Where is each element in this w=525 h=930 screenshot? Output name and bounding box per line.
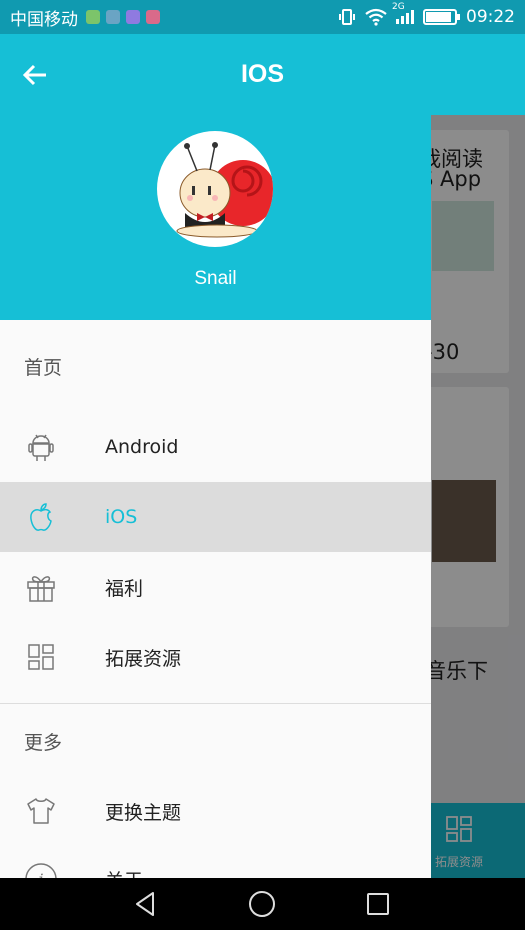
drawer-item-label: 拓展资源	[105, 647, 182, 670]
snail-avatar-icon	[176, 142, 273, 238]
drawer-item-resources[interactable]: 拓展资源	[0, 622, 431, 692]
svg-text:i: i	[38, 870, 43, 878]
android-icon	[24, 430, 58, 464]
grid-icon	[24, 640, 58, 674]
signal-bar	[401, 16, 404, 24]
drawer-item-welfare[interactable]: 福利	[0, 552, 431, 622]
square-recents-icon	[367, 893, 389, 915]
section-label-home: 首页	[24, 356, 63, 379]
arrow-left-icon	[22, 64, 46, 86]
notification-icon-3	[126, 10, 140, 24]
nav-home-button[interactable]	[244, 886, 280, 922]
battery-fill	[426, 12, 452, 22]
apple-icon	[24, 500, 58, 534]
drawer-item-label: 福利	[105, 577, 144, 600]
drawer-item-label: iOS	[105, 506, 138, 528]
back-button[interactable]	[18, 58, 52, 92]
drawer-item-label: 更换主题	[105, 801, 182, 824]
carrier-label: 中国移动	[10, 9, 78, 30]
info-icon: i	[24, 862, 58, 878]
notification-icon-1	[86, 10, 100, 24]
status-left: 中国移动	[10, 5, 160, 30]
drawer-item-theme[interactable]: 更换主题	[0, 778, 431, 844]
status-time: 09:22	[466, 7, 515, 27]
signal-bar	[396, 19, 399, 24]
navigation-drawer: Snail 首页 Android iOS 福利 拓展资源 更多 更换主题	[0, 115, 431, 878]
status-bar: 中国移动 2G 09:22	[0, 0, 525, 34]
vibrate-icon	[339, 9, 355, 25]
signal-bar	[411, 10, 414, 24]
user-name: Snail	[194, 268, 237, 289]
network-type-label: 2G	[392, 2, 405, 12]
gift-icon	[24, 570, 58, 604]
system-nav-bar	[0, 878, 525, 930]
drawer-item-android[interactable]: Android	[0, 412, 431, 482]
drawer-item-about[interactable]: i 关于	[0, 844, 431, 878]
drawer-item-ios[interactable]: iOS	[0, 482, 431, 552]
nav-back-button[interactable]	[128, 886, 164, 922]
notification-icon-4	[146, 10, 160, 24]
page-title: IOS	[240, 60, 285, 88]
wifi-icon	[365, 8, 387, 26]
nav-recents-button[interactable]	[360, 886, 396, 922]
signal-bar	[406, 13, 409, 24]
avatar[interactable]	[157, 131, 273, 247]
app-bar: IOS	[0, 34, 525, 115]
battery-icon	[423, 9, 460, 25]
section-label-more: 更多	[24, 731, 63, 754]
drawer-item-label: Android	[105, 436, 179, 458]
circle-home-icon	[249, 891, 275, 917]
tshirt-icon	[24, 794, 58, 828]
drawer-header: Snail	[0, 115, 431, 320]
signal-indicator: 2G	[392, 2, 414, 24]
notification-icon-2	[106, 10, 120, 24]
triangle-back-icon	[136, 892, 154, 916]
drawer-item-label: 关于	[105, 866, 143, 879]
status-right: 2G 09:22	[338, 2, 515, 27]
